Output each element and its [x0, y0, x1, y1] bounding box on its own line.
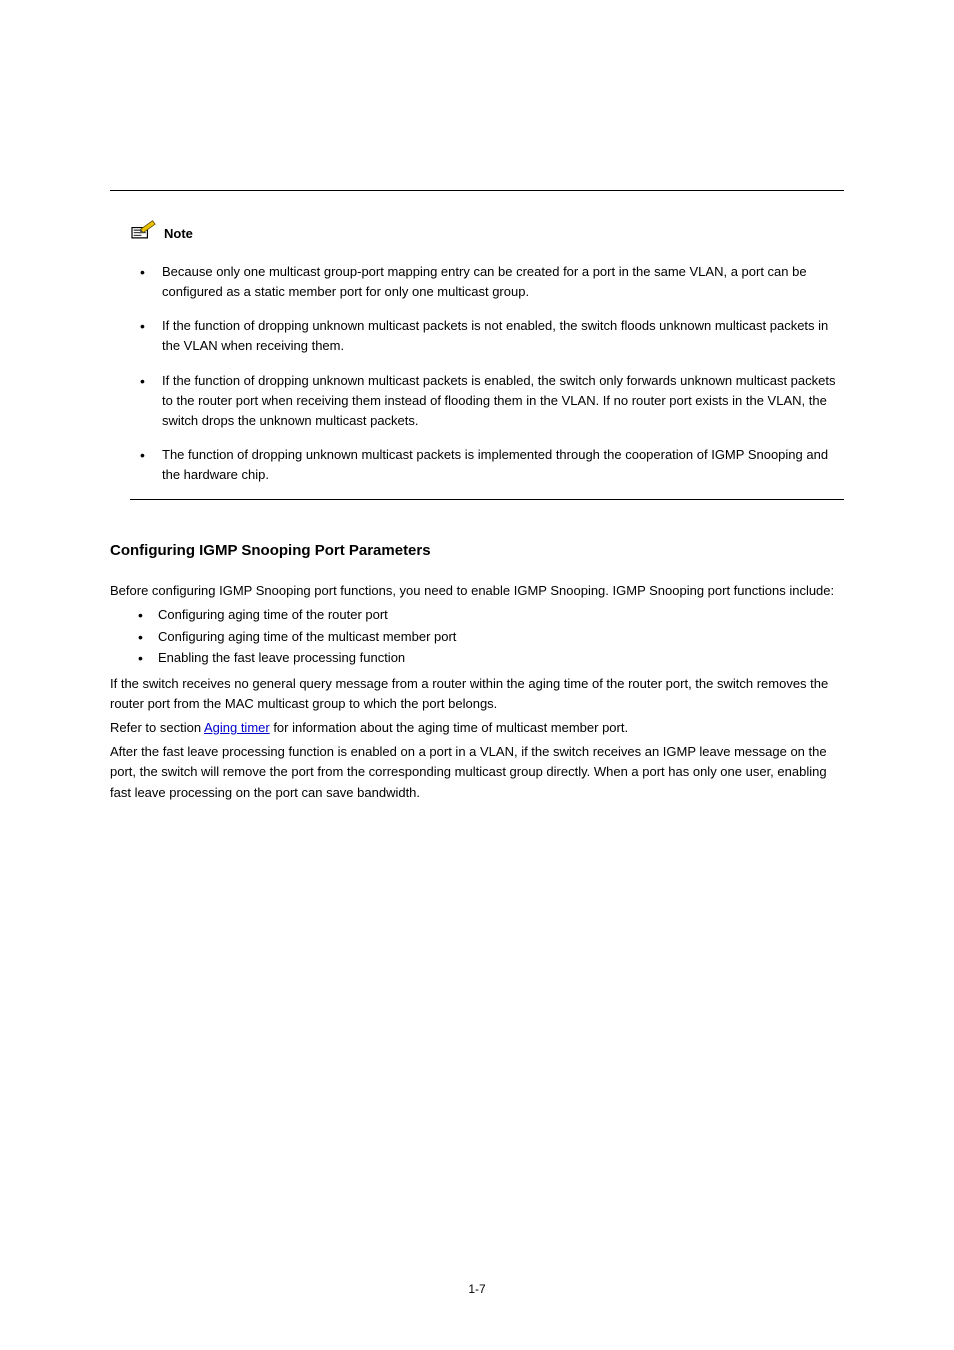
list-item: Because only one multicast group-port ma… [134, 262, 844, 302]
section-body: Configuring IGMP Snooping Port Parameter… [110, 542, 844, 802]
divider-bottom [130, 499, 844, 500]
note-header: Note [130, 219, 844, 248]
list-item: If the function of dropping unknown mult… [134, 371, 844, 431]
intro-paragraph: Before configuring IGMP Snooping port fu… [110, 581, 844, 601]
divider-top [110, 190, 844, 191]
note-list: Because only one multicast group-port ma… [134, 262, 844, 485]
list-item: If the function of dropping unknown mult… [134, 316, 844, 356]
list-item: Configuring aging time of the multicast … [132, 627, 844, 647]
xref-link[interactable]: Aging timer [204, 720, 270, 735]
link-suffix: for information about the aging time of … [270, 720, 628, 735]
list-item: The function of dropping unknown multica… [134, 445, 844, 485]
note-label: Note [164, 226, 193, 241]
link-prefix: Refer to section [110, 720, 204, 735]
feature-list: Configuring aging time of the router por… [132, 605, 844, 667]
list-item: Configuring aging time of the router por… [132, 605, 844, 625]
list-item: Enabling the fast leave processing funct… [132, 648, 844, 668]
section-heading: Configuring IGMP Snooping Port Parameter… [110, 542, 844, 559]
body-paragraph: After the fast leave processing function… [110, 742, 844, 802]
body-paragraph: If the switch receives no general query … [110, 674, 844, 714]
page-number: 1-7 [0, 1282, 954, 1296]
note-icon [130, 219, 158, 248]
note-callout: Note Because only one multicast group-po… [130, 219, 844, 485]
body-paragraph: Refer to section Aging timer for informa… [110, 718, 844, 738]
